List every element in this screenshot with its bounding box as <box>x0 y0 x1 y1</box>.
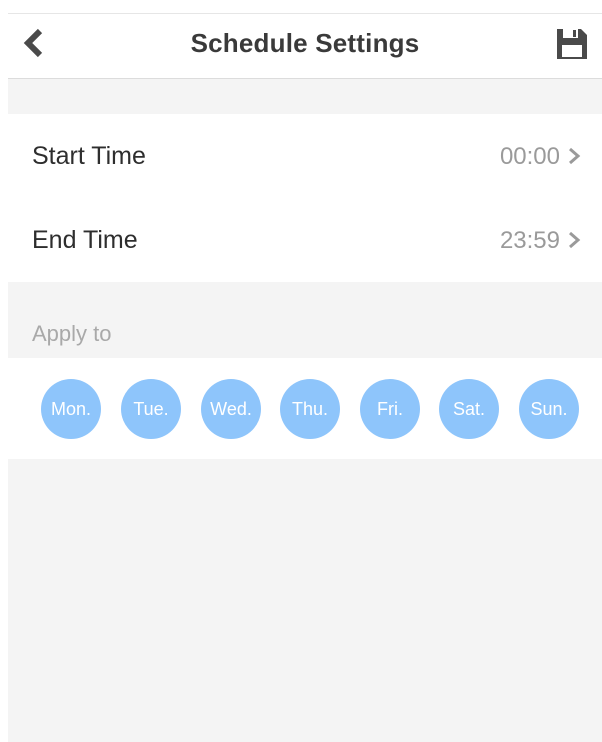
save-button[interactable] <box>554 26 590 62</box>
page-title: Schedule Settings <box>190 28 420 58</box>
schedule-settings-screen: Schedule Settings Start Time 00:00 End T… <box>8 13 602 742</box>
day-button-mon[interactable]: Mon. <box>41 379 101 439</box>
end-time-value: 23:59 <box>499 227 560 254</box>
days-selector: Mon. Tue. Wed. Thu. Fri. Sat. Sun. <box>8 358 602 459</box>
time-range-card: Start Time 00:00 End Time 23:59 <box>8 114 602 282</box>
day-button-fri[interactable]: Fri. <box>360 379 420 439</box>
day-button-sat[interactable]: Sat. <box>439 379 499 439</box>
header-bar: Schedule Settings <box>8 14 602 79</box>
day-button-wed[interactable]: Wed. <box>201 379 261 439</box>
start-time-value: 00:00 <box>499 143 560 170</box>
end-time-row[interactable]: End Time 23:59 <box>8 198 602 282</box>
apply-to-label: Apply to <box>32 321 112 346</box>
end-time-label: End Time <box>32 226 138 254</box>
day-button-tue[interactable]: Tue. <box>121 379 181 439</box>
chevron-right-icon <box>569 231 581 249</box>
day-button-sun[interactable]: Sun. <box>519 379 579 439</box>
chevron-right-icon <box>569 147 581 165</box>
start-time-row[interactable]: Start Time 00:00 <box>8 114 602 198</box>
day-button-thu[interactable]: Thu. <box>280 379 340 439</box>
start-time-label: Start Time <box>32 142 146 170</box>
floppy-disk-save-icon <box>557 29 587 59</box>
